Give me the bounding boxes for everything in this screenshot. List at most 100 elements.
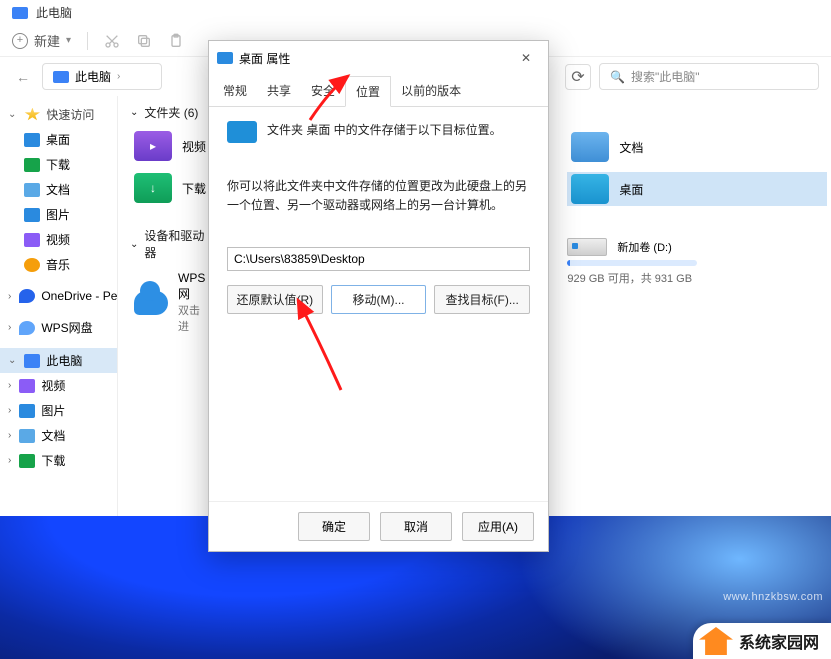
- cloud-icon: [19, 321, 35, 335]
- desktop-icon: [571, 174, 609, 204]
- folder-label: 视频: [182, 138, 206, 155]
- divider: [87, 32, 88, 50]
- folder-documents[interactable]: 文档: [567, 130, 827, 164]
- sidebar-item-downloads[interactable]: 下载: [0, 152, 117, 177]
- sidebar-item-music[interactable]: 音乐: [0, 252, 117, 277]
- drive-icon: [567, 238, 607, 256]
- sidebar-item-pc-videos[interactable]: ›视频: [0, 373, 117, 398]
- folder-label: 桌面: [619, 181, 643, 198]
- video-icon: [19, 379, 35, 393]
- chevron-right-icon: ›: [8, 455, 11, 466]
- copy-icon[interactable]: [136, 33, 152, 49]
- sidebar-item-label: WPS网盘: [41, 319, 92, 336]
- sidebar-item-thispc[interactable]: ⌄此电脑: [0, 348, 117, 373]
- document-icon: [24, 183, 40, 197]
- new-button[interactable]: + 新建 ▾: [12, 31, 71, 50]
- chevron-right-icon: ›: [8, 405, 11, 416]
- cancel-button[interactable]: 取消: [380, 512, 452, 541]
- path-input[interactable]: [227, 247, 530, 271]
- watermark-url: www.hnzkbsw.com: [723, 591, 823, 603]
- tab-sharing[interactable]: 共享: [257, 76, 301, 107]
- chevron-right-icon: ›: [8, 380, 11, 391]
- new-label: 新建: [34, 31, 60, 50]
- refresh-button[interactable]: ⟳: [565, 64, 591, 90]
- drive-label: 新加卷 (D:): [617, 239, 671, 255]
- pc-icon: [12, 7, 28, 19]
- sidebar-quick-access[interactable]: ⌄ 快速访问: [0, 102, 117, 127]
- picture-icon: [24, 208, 40, 222]
- explorer-titlebar: 此电脑: [0, 0, 831, 25]
- star-icon: [24, 108, 40, 122]
- folder-wps[interactable]: WPS网双击进: [130, 269, 213, 336]
- chevron-down-icon: ⌄: [130, 107, 138, 118]
- sidebar-item-onedrive[interactable]: › OneDrive - Pers: [0, 285, 117, 307]
- pc-icon: [53, 71, 69, 83]
- window-title: 此电脑: [36, 4, 72, 21]
- chevron-down-icon: ⌄: [8, 109, 16, 120]
- tab-location[interactable]: 位置: [345, 76, 391, 107]
- watermark-logo: 系统家园网: [693, 623, 831, 659]
- picture-icon: [19, 404, 35, 418]
- sidebar-item-documents[interactable]: 文档: [0, 177, 117, 202]
- chevron-down-icon: ⌄: [130, 239, 138, 250]
- chevron-down-icon: ▾: [66, 35, 71, 46]
- dialog-titlebar: 桌面 属性 ✕: [209, 41, 548, 75]
- sidebar-item-wps[interactable]: ›WPS网盘: [0, 315, 117, 340]
- ok-button[interactable]: 确定: [298, 512, 370, 541]
- tab-security[interactable]: 安全: [301, 76, 345, 107]
- dialog-footer: 确定 取消 应用(A): [209, 501, 548, 551]
- search-icon: 🔍: [610, 70, 625, 84]
- back-button[interactable]: ←: [12, 66, 34, 88]
- chevron-right-icon: ›: [117, 71, 120, 82]
- section-folders[interactable]: ⌄ 文件夹 (6): [130, 104, 213, 121]
- sidebar-item-pictures[interactable]: 图片: [0, 202, 117, 227]
- sidebar-item-label: 文档: [46, 181, 70, 198]
- download-icon: [19, 454, 35, 468]
- properties-dialog: 桌面 属性 ✕ 常规 共享 安全 位置 以前的版本 文件夹 桌面 中的文件存储于…: [208, 40, 549, 552]
- sidebar-item-label: OneDrive - Pers: [41, 289, 118, 303]
- drive-sublabel: 929 GB 可用，共 931 GB: [567, 270, 747, 286]
- section-devices[interactable]: ⌄设备和驱动器: [130, 227, 213, 261]
- folder-label: 下载: [182, 180, 206, 197]
- restore-defaults-button[interactable]: 还原默认值(R): [227, 285, 323, 314]
- desktop-icon: [227, 121, 257, 143]
- video-icon: ▸: [134, 131, 172, 161]
- sidebar-item-label: 音乐: [46, 256, 70, 273]
- sidebar-item-label: 下载: [46, 156, 70, 173]
- dialog-description-2: 你可以将此文件夹中文件存储的位置更改为此硬盘上的另一个位置、另一个驱动器或网络上…: [227, 177, 530, 215]
- sidebar-item-desktop[interactable]: 桌面: [0, 127, 117, 152]
- tab-general[interactable]: 常规: [213, 76, 257, 107]
- folder-sublabel: 双击进: [178, 302, 209, 334]
- sidebar-item-pc-downloads[interactable]: › 下载: [0, 448, 117, 473]
- drive-usage-bar: [567, 260, 697, 266]
- sidebar-item-label: 下载: [41, 452, 65, 469]
- cut-icon[interactable]: [104, 33, 120, 49]
- search-placeholder: 搜索"此电脑": [631, 68, 700, 85]
- apply-button[interactable]: 应用(A): [462, 512, 534, 541]
- cloud-icon: [19, 289, 35, 303]
- breadcrumb[interactable]: 此电脑 ›: [42, 63, 162, 90]
- tab-previous-versions[interactable]: 以前的版本: [391, 76, 471, 107]
- download-icon: ↓: [134, 173, 172, 203]
- dialog-description-1: 文件夹 桌面 中的文件存储于以下目标位置。: [267, 121, 502, 138]
- find-target-button[interactable]: 查找目标(F)...: [434, 285, 530, 314]
- cloud-icon: [134, 288, 168, 318]
- section-label: 文件夹 (6): [144, 104, 198, 121]
- sidebar-item-label: 快速访问: [46, 106, 94, 123]
- close-button[interactable]: ✕: [512, 47, 540, 69]
- sidebar-item-pc-pictures[interactable]: ›图片: [0, 398, 117, 423]
- folder-downloads[interactable]: ↓ 下载: [130, 171, 213, 205]
- sidebar-item-videos[interactable]: 视频: [0, 227, 117, 252]
- paste-icon[interactable]: [168, 33, 184, 49]
- watermark-text: 系统家园网: [739, 629, 819, 653]
- chevron-right-icon: ›: [8, 430, 11, 441]
- move-button[interactable]: 移动(M)...: [331, 285, 427, 314]
- video-icon: [24, 233, 40, 247]
- sidebar-item-pc-documents[interactable]: ›文档: [0, 423, 117, 448]
- search-input[interactable]: 🔍 搜索"此电脑": [599, 63, 819, 90]
- folder-desktop[interactable]: 桌面: [567, 172, 827, 206]
- drive-d[interactable]: 新加卷 (D:) 929 GB 可用，共 931 GB: [567, 238, 747, 286]
- plus-icon: +: [12, 33, 28, 49]
- folder-videos[interactable]: ▸ 视频: [130, 129, 213, 163]
- chevron-right-icon: ›: [8, 291, 11, 302]
